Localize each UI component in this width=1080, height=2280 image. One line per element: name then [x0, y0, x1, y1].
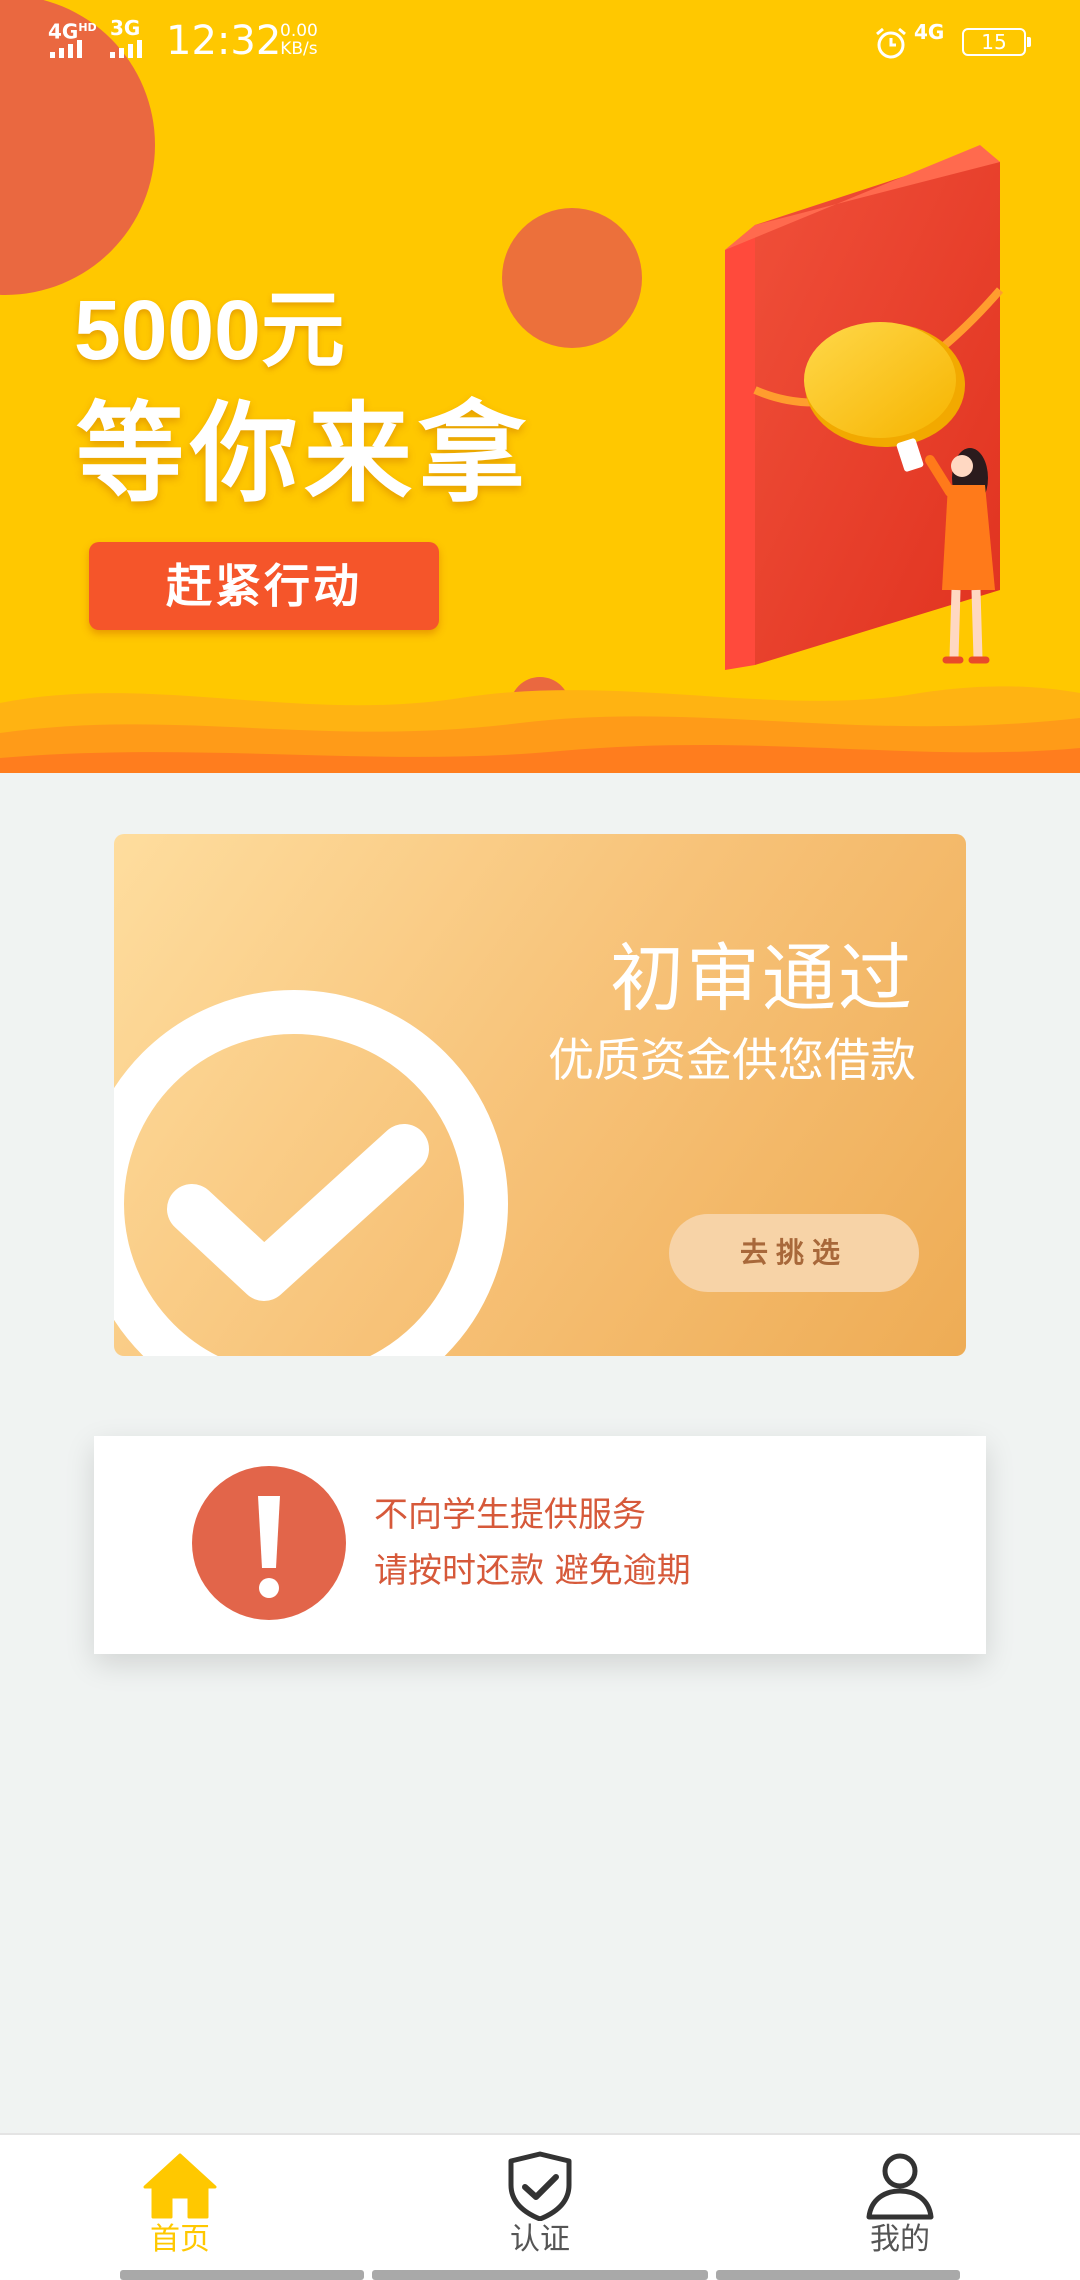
- nav-item-mine[interactable]: 我的: [800, 2151, 1000, 2259]
- network-type-3: 4G: [914, 20, 945, 44]
- signal-strength-1-icon: [50, 40, 82, 58]
- alarm-icon: [876, 27, 906, 59]
- banner-amount: 5000元: [74, 283, 345, 377]
- red-envelope-illustration: [725, 145, 1004, 670]
- nav-label-mine: 我的: [870, 2222, 930, 2257]
- banner-cta-button[interactable]: 赶紧行动: [89, 542, 439, 630]
- clock: 12:32: [166, 18, 282, 64]
- notice-card: 不向学生提供服务 请按时还款 避免逾期: [94, 1436, 986, 1654]
- notice-line-1: 不向学生提供服务: [374, 1495, 646, 1535]
- approval-card[interactable]: 初审通过 优质资金供您借款 去挑选: [114, 834, 966, 1356]
- network-type-1: 4GHD: [48, 19, 97, 44]
- battery-icon: 15: [962, 28, 1031, 56]
- nav-label-verify: 认证: [510, 2222, 570, 2257]
- banner-decor-circle-medium: [502, 208, 642, 348]
- bottom-nav: 首页 认证 我的: [0, 2133, 1080, 2280]
- exclamation-icon: [192, 1466, 346, 1620]
- gesture-bar-left[interactable]: [120, 2270, 364, 2280]
- user-icon: [866, 2153, 934, 2220]
- banner-slogan: 等你来拿: [76, 392, 533, 517]
- approval-title: 初审通过: [610, 936, 914, 1022]
- nav-item-home[interactable]: 首页: [80, 2151, 280, 2259]
- nav-label-home: 首页: [150, 2222, 210, 2257]
- nav-item-verify[interactable]: 认证: [440, 2151, 640, 2259]
- network-type-2: 3G: [110, 16, 141, 40]
- status-bar: 4GHD 3G 12:32 0.00 KB/s 4G 15: [0, 0, 1080, 84]
- home-icon: [143, 2153, 217, 2219]
- choose-button[interactable]: 去挑选: [669, 1214, 919, 1292]
- signal-strength-2-icon: [110, 40, 142, 58]
- notice-line-2: 请按时还款 避免逾期: [374, 1551, 691, 1591]
- gesture-bar-right[interactable]: [716, 2270, 960, 2280]
- banner-waves: [0, 686, 1080, 773]
- gesture-bar-center[interactable]: [372, 2270, 708, 2280]
- network-speed: 0.00 KB/s: [280, 21, 318, 59]
- approval-subtitle: 优质资金供您借款: [548, 1033, 916, 1087]
- promo-banner[interactable]: 4GHD 3G 12:32 0.00 KB/s 4G 15 5000元 等你来拿…: [0, 0, 1080, 773]
- check-circle-icon: [114, 990, 508, 1356]
- shield-check-icon: [508, 2151, 572, 2221]
